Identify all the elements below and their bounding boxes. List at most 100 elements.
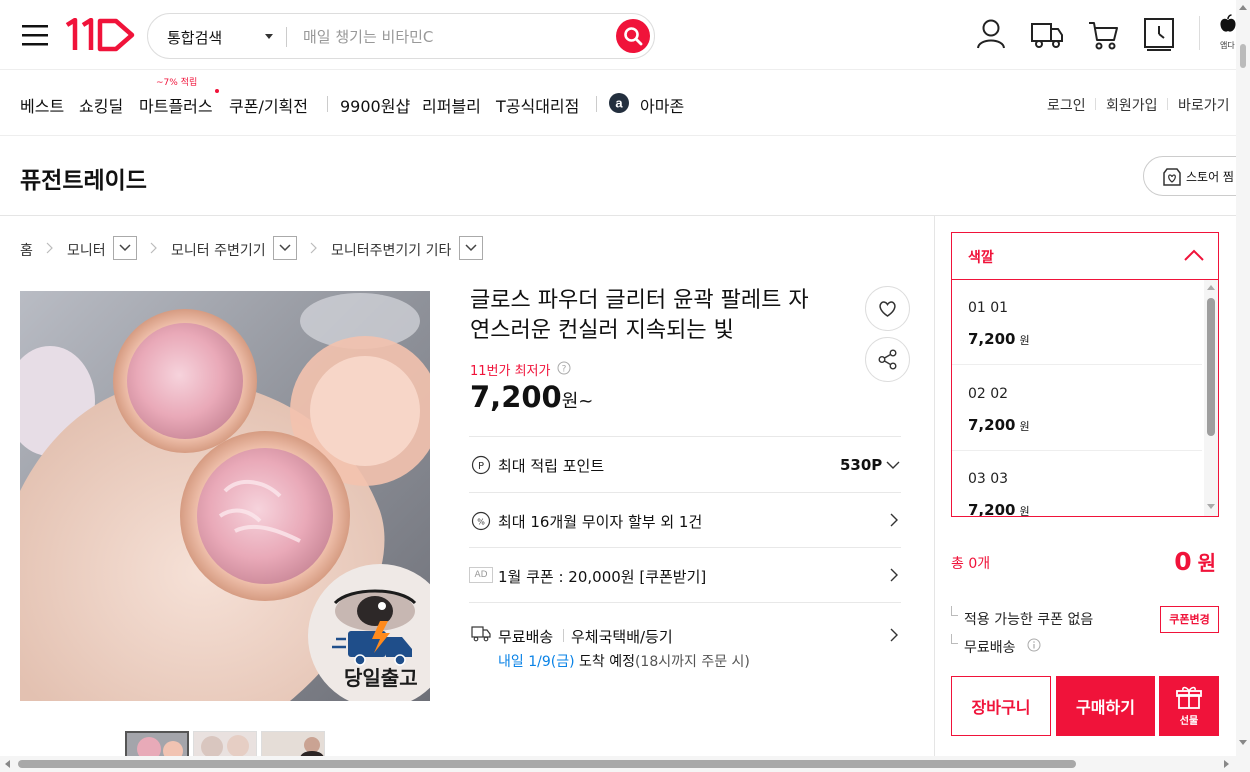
apple-icon[interactable]: [1219, 14, 1237, 34]
product-title-line1: 글로스 파우더 글리터 윤곽 팔레트 자: [470, 288, 809, 313]
chevron-right-icon: [890, 568, 899, 582]
same-day-badge: 당일출고: [344, 666, 418, 690]
option-name: 01 01: [968, 300, 1009, 316]
horizontal-scroll-thumb[interactable]: [18, 760, 1076, 768]
tree-line: [951, 606, 958, 616]
delivery-truck-icon[interactable]: [1030, 20, 1064, 50]
store-bar: 퓨전트레이드 스토어 찜: [0, 136, 1250, 216]
shipping-row[interactable]: 무료배송 우체국택배/등기 내일 1/9(금) 도착 예정(18시까지 주문 시…: [469, 603, 901, 678]
nav-refurbly[interactable]: 리퍼블리: [422, 93, 481, 117]
total-price: 0원: [1150, 547, 1216, 576]
ad-tag: AD: [469, 567, 493, 583]
signup-link[interactable]: 회원가입: [1106, 95, 1158, 115]
percent-icon: %: [471, 511, 491, 531]
share-icon: [878, 349, 897, 370]
points-row[interactable]: P 최대 적립 포인트 530P: [469, 437, 901, 492]
search-input[interactable]: [303, 26, 603, 48]
chevron-up-icon[interactable]: [1184, 249, 1204, 261]
option-name: 02 02: [968, 386, 1009, 402]
thumbnail-2[interactable]: [193, 731, 257, 759]
price: 7,200: [470, 380, 562, 414]
point-icon: P: [471, 455, 491, 475]
search-icon: [624, 27, 643, 46]
breadcrumb-dropdown[interactable]: [273, 236, 297, 260]
nav-amazon[interactable]: 아마존: [640, 93, 684, 117]
chevron-right-icon: [310, 242, 318, 254]
user-icon[interactable]: [975, 18, 1007, 50]
search-button[interactable]: [616, 19, 650, 53]
total-unit: 원: [1197, 551, 1216, 575]
free-shipping-label: 무료배송: [498, 628, 554, 646]
arrival-info: 내일 1/9(금) 도착 예정(18시까지 주문 시): [498, 651, 750, 671]
breadcrumb-monitor-etc[interactable]: 모니터주변기기 기타: [331, 240, 451, 260]
menu-icon[interactable]: [22, 24, 48, 46]
breadcrumb-monitor-accessory[interactable]: 모니터 주변기기: [171, 240, 266, 260]
divider: [563, 629, 564, 642]
gift-label: 선물: [1179, 715, 1199, 727]
coupon-change-button[interactable]: 쿠폰변경: [1160, 606, 1219, 633]
lowest-price-label: 11번가 최저가: [470, 364, 551, 379]
chevron-right-icon: [150, 242, 158, 254]
nav-9900-shop[interactable]: 9900원샵: [340, 93, 410, 117]
nav-t-official[interactable]: T공식대리점: [496, 93, 579, 117]
chevron-right-icon: [890, 628, 899, 642]
option-price: 7,200 원: [968, 416, 1030, 434]
page-vertical-scrollbar[interactable]: [1236, 0, 1250, 772]
amazon-icon[interactable]: a: [609, 93, 629, 113]
total-count: 총 0개: [951, 556, 991, 572]
option-price: 7,200 원: [968, 501, 1030, 517]
store-heart-icon: [1162, 167, 1182, 187]
recent-view-icon[interactable]: [1143, 17, 1175, 51]
search-category-select[interactable]: 통합검색: [167, 27, 222, 48]
option-item[interactable]: 01 01 7,200 원: [952, 280, 1202, 365]
share-button[interactable]: [865, 337, 910, 382]
shortcut-link[interactable]: 바로가기: [1178, 95, 1230, 115]
product-main-image[interactable]: 당일출고: [20, 291, 430, 701]
breadcrumb-home[interactable]: 홈: [20, 240, 33, 260]
heart-icon: [879, 301, 896, 317]
chevron-right-icon: [46, 242, 54, 254]
nav-divider: [327, 96, 328, 112]
store-name[interactable]: 퓨전트레이드: [20, 161, 147, 195]
11st-logo[interactable]: [64, 18, 136, 52]
page-scroll-thumb[interactable]: [1240, 44, 1246, 68]
coupon-row[interactable]: AD 1월 쿠폰 : 20,000원 [쿠폰받기]: [469, 548, 901, 602]
breadcrumb-dropdown[interactable]: [113, 236, 137, 260]
thumbnail-1[interactable]: [125, 731, 189, 759]
coupon-none-text: 적용 가능한 쿠폰 없음: [964, 612, 1094, 628]
product-title: 글로스 파우더 글리터 윤곽 팔레트 자 연스러운 컨실러 지속되는 빛: [470, 286, 809, 346]
wishlist-button[interactable]: [865, 286, 910, 331]
breadcrumb-monitor[interactable]: 모니터: [67, 240, 106, 260]
add-to-cart-button[interactable]: 장바구니: [951, 676, 1051, 736]
chevron-down-icon[interactable]: [265, 34, 273, 39]
points-value: 530P: [840, 456, 883, 474]
coupon-text[interactable]: 1월 쿠폰 : 20,000원 [쿠폰받기]: [498, 566, 706, 587]
info-icon[interactable]: [1027, 638, 1041, 652]
help-icon[interactable]: ?: [557, 361, 571, 375]
price-block: 7,200원~: [470, 380, 593, 414]
points-label: 최대 적립 포인트: [498, 457, 605, 475]
nav-coupon[interactable]: 쿠폰/기획전: [229, 93, 308, 117]
truck-icon: [471, 624, 491, 642]
buy-now-button[interactable]: 구매하기: [1056, 676, 1155, 736]
gift-button[interactable]: 선물: [1159, 676, 1219, 736]
option-item[interactable]: 02 02 7,200 원: [952, 366, 1202, 451]
option-scrollbar[interactable]: [1204, 280, 1218, 516]
store-zzim-button[interactable]: 스토어 찜: [1143, 156, 1250, 196]
login-link[interactable]: 로그인: [1047, 95, 1086, 115]
thumbnail-3[interactable]: [261, 731, 325, 759]
option-header[interactable]: 색깔: [951, 232, 1219, 280]
tree-line: [951, 634, 958, 644]
nav-shocking-deal[interactable]: 쇼킹딜: [79, 93, 123, 117]
svg-text:a: a: [615, 96, 623, 111]
cart-icon[interactable]: [1087, 19, 1119, 51]
nav-divider: [1167, 98, 1168, 110]
nav-best[interactable]: 베스트: [20, 93, 64, 117]
option-item[interactable]: 03 03 7,200 원: [952, 451, 1202, 517]
arrival-suffix: 도착 예정: [574, 654, 635, 670]
nav-mart-plus[interactable]: 마트플러스: [139, 93, 213, 117]
app-label[interactable]: 앱다: [1220, 40, 1235, 51]
scroll-thumb[interactable]: [1207, 298, 1215, 436]
installment-row[interactable]: % 최대 16개월 무이자 할부 외 1건: [469, 493, 901, 547]
breadcrumb-dropdown[interactable]: [459, 236, 483, 260]
